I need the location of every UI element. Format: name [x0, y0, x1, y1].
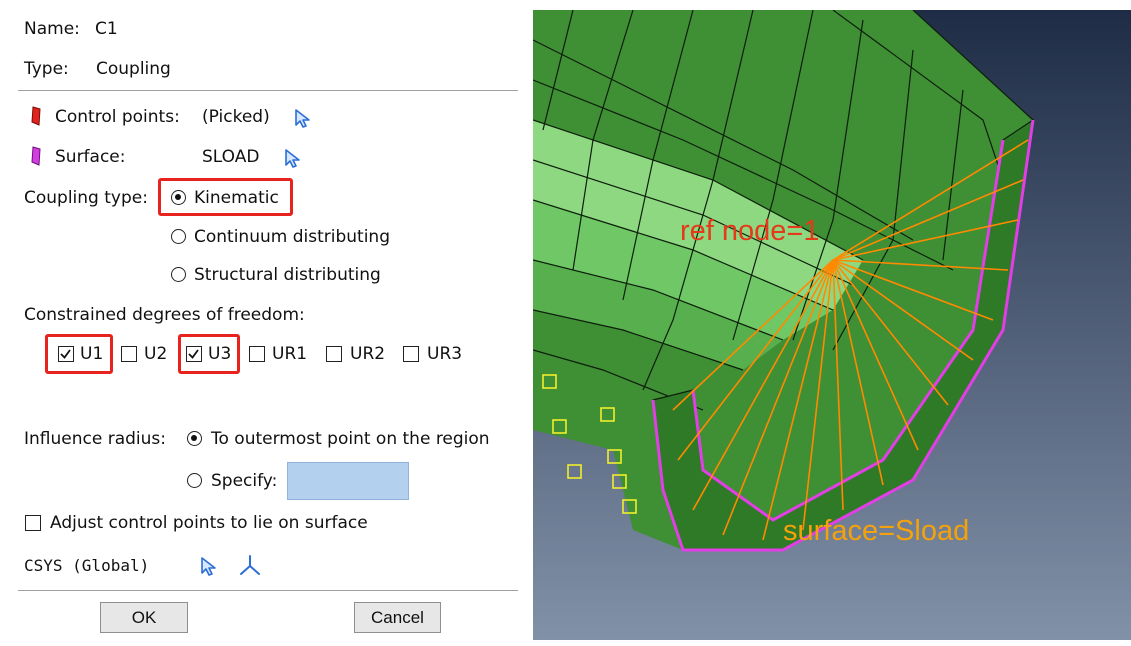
u3-label: U3 — [208, 344, 232, 364]
control-points-region-icon — [31, 106, 41, 126]
cancel-button[interactable]: Cancel — [354, 602, 441, 633]
u1-checkbox[interactable] — [58, 346, 74, 362]
ref-node-annotation: ref node=1 — [680, 215, 820, 247]
continuum-distributing-label: Continuum distributing — [194, 227, 390, 247]
ok-button[interactable]: OK — [100, 602, 188, 633]
u3-checkbox[interactable] — [186, 346, 202, 362]
specify-radius-input[interactable] — [287, 462, 409, 500]
coupling-type-label: Coupling type: — [24, 188, 148, 208]
name-value: C1 — [95, 19, 118, 39]
adjust-control-points-label: Adjust control points to lie on surface — [50, 513, 368, 533]
control-points-label: Control points: — [55, 107, 180, 127]
adjust-control-points-checkbox[interactable] — [25, 515, 41, 531]
kinematic-radio[interactable] — [171, 190, 186, 205]
u2-label: U2 — [144, 344, 168, 364]
name-label: Name: — [24, 19, 80, 39]
checkmark-icon — [188, 349, 199, 359]
surface-region-icon — [31, 146, 41, 166]
structural-distributing-radio[interactable] — [171, 267, 186, 282]
csys-axes-icon[interactable] — [237, 553, 263, 577]
specify-radio[interactable] — [187, 473, 202, 488]
surface-value: SLOAD — [202, 147, 260, 167]
dof-label: Constrained degrees of freedom: — [24, 305, 305, 325]
ur3-checkbox[interactable] — [403, 346, 419, 362]
pick-csys-arrow-icon[interactable] — [199, 555, 219, 577]
outermost-point-radio[interactable] — [187, 431, 202, 446]
u1-label: U1 — [80, 344, 104, 364]
ur2-label: UR2 — [350, 344, 386, 364]
ur1-checkbox[interactable] — [249, 346, 265, 362]
ur3-label: UR3 — [427, 344, 463, 364]
structural-distributing-label: Structural distributing — [194, 265, 381, 285]
control-points-value: (Picked) — [202, 107, 270, 127]
outermost-point-label: To outermost point on the region — [211, 429, 490, 449]
pick-surface-arrow-icon[interactable] — [283, 147, 303, 169]
separator — [18, 90, 518, 91]
separator — [18, 590, 518, 591]
influence-radius-label: Influence radius: — [24, 429, 166, 449]
model-viewport[interactable]: ref node=1 surface=Sload — [533, 10, 1131, 640]
pick-arrow-icon[interactable] — [293, 107, 313, 129]
coupling-dialog: Name: C1 Type: Coupling Control points: … — [0, 0, 522, 646]
type-label: Type: — [24, 59, 69, 79]
u2-checkbox[interactable] — [121, 346, 137, 362]
specify-label: Specify: — [211, 471, 278, 491]
csys-label: CSYS (Global) — [24, 556, 150, 575]
kinematic-option-label: Kinematic — [194, 188, 279, 208]
checkmark-icon — [60, 349, 71, 359]
surface-label: Surface: — [55, 147, 126, 167]
ur2-checkbox[interactable] — [326, 346, 342, 362]
continuum-distributing-radio[interactable] — [171, 229, 186, 244]
type-value: Coupling — [96, 59, 171, 79]
ur1-label: UR1 — [272, 344, 308, 364]
surface-annotation: surface=Sload — [783, 515, 970, 547]
